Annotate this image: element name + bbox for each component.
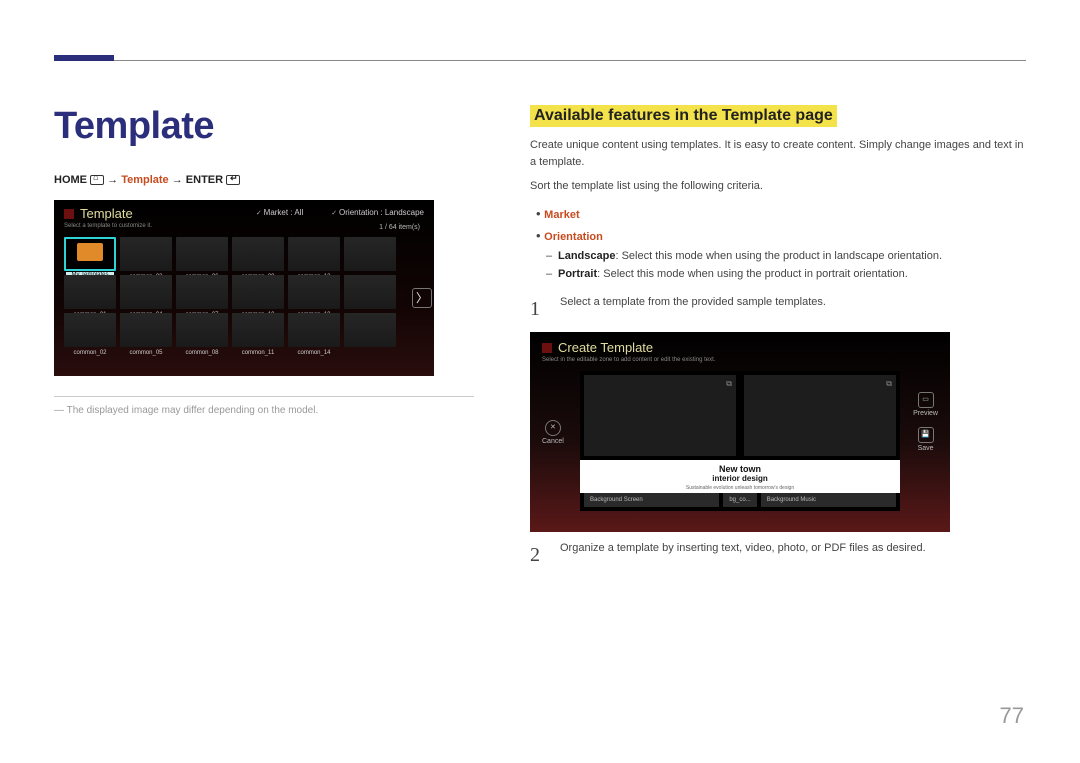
shot2-title: Create Template (558, 340, 653, 355)
divider (54, 396, 474, 397)
step-2: 2 Organize a template by inserting text,… (530, 540, 1026, 570)
cell-label: common_14 (288, 350, 340, 356)
app-icon (542, 343, 552, 353)
grid-cell[interactable]: common_04 (120, 275, 172, 309)
cell-label: common_02 (64, 350, 116, 356)
bullet-landscape-val: : Select this mode when using the produc… (615, 250, 942, 262)
app-icon (64, 209, 74, 219)
nav-home-label: HOME (54, 174, 90, 186)
shot2-subtitle: Select in the editable zone to add conte… (542, 357, 938, 363)
step-number: 1 (530, 294, 546, 324)
grid-cell[interactable]: common_13 (288, 275, 340, 309)
next-page-icon[interactable]: 〉 (412, 288, 432, 308)
cell-label: common_05 (120, 350, 172, 356)
grid-cell[interactable]: common_08 (176, 313, 228, 347)
shot1-subtitle: Select a template to customize it. (64, 223, 424, 229)
nav-path: HOME → Template → ENTER (54, 174, 474, 186)
nav-arrow-2: → (172, 174, 186, 186)
grid-cell[interactable]: common_12 (288, 237, 340, 271)
preview-button[interactable]: ▭ Preview (913, 392, 938, 417)
step-1: 1 Select a template from the provided sa… (530, 294, 1026, 324)
media-icon: ⧉ (886, 379, 892, 389)
page-heading: Template (54, 105, 474, 148)
cell-label: common_11 (232, 350, 284, 356)
background-screen-button[interactable]: Background Screen (584, 493, 719, 507)
template-grid-screenshot: Template Select a template to customize … (54, 200, 434, 376)
media-slot[interactable]: ⧉ (584, 375, 736, 456)
grid-cell-my-templates[interactable]: My Templates (64, 237, 116, 271)
save-icon: 💾 (918, 427, 934, 443)
cancel-button[interactable]: ✕ Cancel (542, 420, 564, 445)
shot1-title: Template (80, 206, 133, 221)
header-tab-accent (54, 55, 114, 61)
item-count: 1 / 64 item(s) (379, 224, 420, 231)
grid-cell[interactable]: common_07 (176, 275, 228, 309)
grid-cell[interactable] (344, 237, 396, 271)
paragraph: Sort the template list using the followi… (530, 178, 1026, 195)
template-grid: My Templates common_03 common_06 common_… (64, 237, 424, 347)
grid-cell[interactable]: common_11 (232, 313, 284, 347)
create-template-screenshot: Create Template Select in the editable z… (530, 332, 950, 532)
section-heading: Available features in the Template page (530, 105, 837, 127)
bullet-landscape-key: Landscape (558, 250, 615, 262)
footnote: ― The displayed image may differ dependi… (54, 405, 474, 416)
media-icon: ⧉ (726, 379, 732, 389)
grid-cell[interactable]: common_10 (232, 275, 284, 309)
header-rule (54, 60, 1026, 61)
filter-orientation[interactable]: Orientation : Landscape (331, 208, 424, 217)
bullet-portrait-val: : Select this mode when using the produc… (597, 268, 908, 280)
media-slot[interactable]: ⧉ (744, 375, 896, 456)
background-music-button[interactable]: Background Music (761, 493, 896, 507)
cancel-icon: ✕ (545, 420, 561, 436)
text-line-2: interior design (580, 474, 900, 483)
nav-arrow-1: → (107, 174, 121, 186)
text-zone[interactable]: New town interior design Sustainable evo… (580, 460, 900, 493)
bullet-portrait-key: Portrait (558, 268, 597, 280)
nav-template-label: Template (121, 174, 168, 186)
home-icon (90, 175, 104, 185)
cell-label: common_08 (176, 350, 228, 356)
grid-cell[interactable]: common_03 (120, 237, 172, 271)
preview-label: Preview (913, 410, 938, 417)
bullet-market: Market (544, 209, 579, 221)
grid-cell[interactable] (344, 275, 396, 309)
grid-cell[interactable] (344, 313, 396, 347)
save-label: Save (913, 445, 938, 452)
step-number: 2 (530, 540, 546, 570)
grid-cell[interactable]: common_02 (64, 313, 116, 347)
background-screen-value[interactable]: bg_co... (723, 493, 756, 507)
text-line-3: Sustainable evolution unleash tomorrow's… (580, 485, 900, 491)
page-number: 77 (1000, 703, 1024, 729)
criteria-list: Market Orientation Landscape: Select thi… (536, 203, 1026, 285)
filter-market[interactable]: Market : All (256, 208, 303, 217)
grid-cell[interactable]: common_05 (120, 313, 172, 347)
grid-cell[interactable]: common_06 (176, 237, 228, 271)
template-canvas: ⧉ ⧉ New town interior design Sustainable… (580, 371, 900, 511)
paragraph: Create unique content using templates. I… (530, 137, 1026, 170)
step-text: Select a template from the provided samp… (560, 294, 826, 324)
save-button[interactable]: 💾 Save (913, 427, 938, 452)
grid-cell[interactable]: common_01 (64, 275, 116, 309)
preview-icon: ▭ (918, 392, 934, 408)
cancel-label: Cancel (542, 438, 564, 445)
grid-cell[interactable]: common_09 (232, 237, 284, 271)
nav-enter-label: ENTER (186, 174, 226, 186)
step-text: Organize a template by inserting text, v… (560, 540, 926, 570)
enter-icon (226, 175, 240, 185)
bullet-orientation: Orientation (544, 231, 603, 243)
grid-cell[interactable]: common_14 (288, 313, 340, 347)
folder-icon (77, 243, 103, 261)
text-line-1: New town (580, 464, 900, 474)
